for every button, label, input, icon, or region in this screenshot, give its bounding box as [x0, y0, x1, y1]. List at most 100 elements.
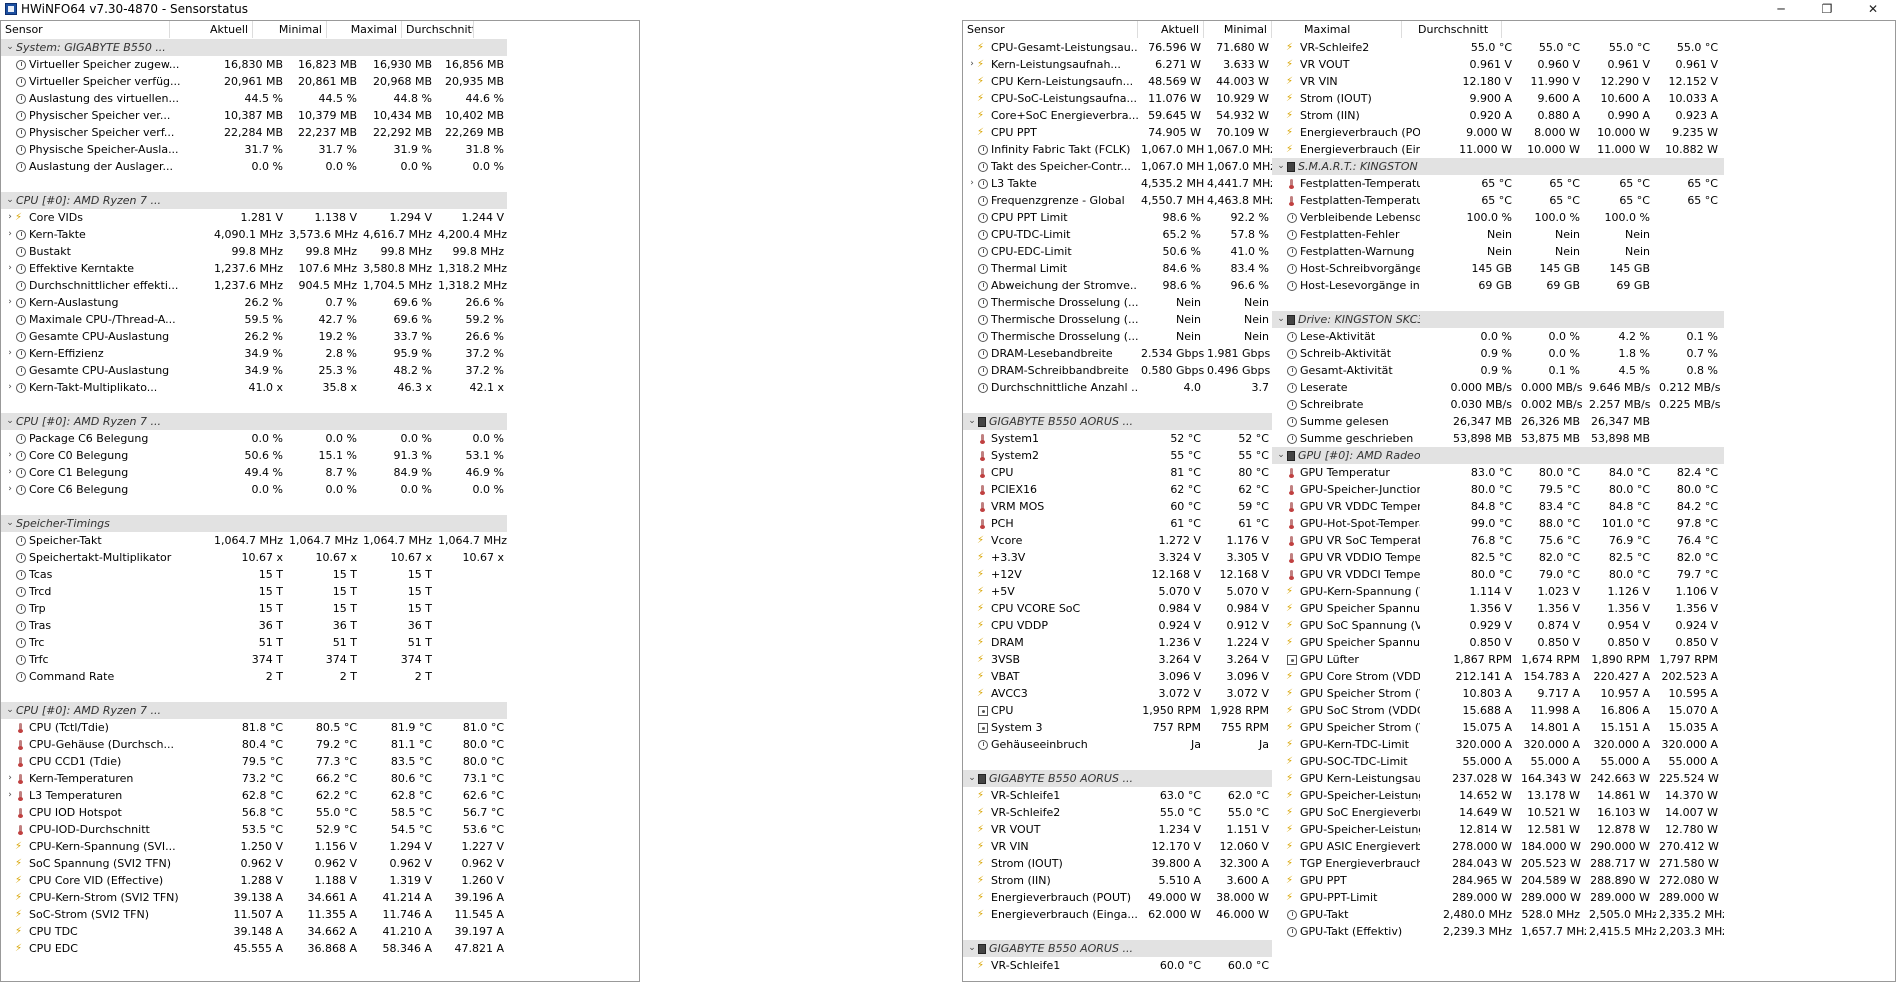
sensor-row[interactable]: Speicher-Takt 1,064.7 MHz 1,064.7 MHz 1,064…	[1, 532, 507, 549]
sensor-row[interactable]: CPU 1,950 RPM 1,928 RPM	[963, 702, 1272, 719]
sensor-row[interactable]: Thermische Drosselung (... Nein Nein	[963, 294, 1272, 311]
sensor-row[interactable]: PCH 61 °C 61 °C	[963, 515, 1272, 532]
sensor-row[interactable]: CPU VCORE SoC 0.984 V 0.984 V	[963, 600, 1272, 617]
sensor-row[interactable]: Festplatten-Temperatur 65 °C 65 °C 65 °C 65 …	[1272, 175, 1724, 192]
sensor-row[interactable]: GPU-Takt 2,480.0 MHz 528.0 MHz 2,505.0 MHz 2…	[1272, 906, 1724, 923]
sensor-row[interactable]: GPU VR VDDC Temperatur 84.8 °C 83.4 °C 84.8…	[1272, 498, 1724, 515]
sensor-row[interactable]: › L3 Takte 4,535.2 MHz 4,441.7 MHz	[963, 175, 1272, 192]
sensor-row[interactable]: Festplatten-Temperatur 2 65 °C 65 °C 65 °C 6…	[1272, 192, 1724, 209]
sensor-row[interactable]: Gesamt-Aktivität 0.9 % 0.1 % 4.5 % 0.8 %	[1272, 362, 1724, 379]
sensor-row[interactable]: › Kern-Takt-Multiplikato... 41.0 x 35.8 x 46…	[1, 379, 507, 396]
sensor-row[interactable]: GPU-Speicher-Leistung (... 14.652 W 13.178…	[1272, 787, 1724, 804]
sensor-row[interactable]: Gesamte CPU-Auslastung 34.9 % 25.3 % 48.2 %…	[1, 362, 507, 379]
sensor-row[interactable]: GPU-PPT-Limit 289.000 W 289.000 W 289.000 W…	[1272, 889, 1724, 906]
sensor-row[interactable]: › Kern-Auslastung 26.2 % 0.7 % 69.6 % 26.6 %	[1, 294, 507, 311]
sensor-group-header[interactable]: ⌄ CPU [#0]: AMD Ryzen 7 ...	[1, 192, 507, 209]
sensor-row[interactable]: CPU-Kern-Strom (SVI2 TFN) 39.138 A 34.661 …	[1, 889, 507, 906]
collapse-chevron-icon[interactable]: ⌄	[1275, 158, 1287, 175]
sensor-row[interactable]: Takt des Speicher-Contr... 1,067.0 MHz 1,0…	[963, 158, 1272, 175]
header-durchschnitt[interactable]: Durchschnitt	[1402, 21, 1502, 38]
sensor-row[interactable]: › Kern-Effizienz 34.9 % 2.8 % 95.9 % 37.2 %	[1, 345, 507, 362]
sensor-panel-left[interactable]: Sensor Aktuell Minimal Maximal Durchschn…	[0, 20, 640, 982]
header-durchschnitt[interactable]: Durchschnitt	[402, 21, 474, 38]
sensor-row[interactable]: VR-Schleife1 63.0 °C 62.0 °C	[963, 787, 1272, 804]
collapse-chevron-icon[interactable]: ⌄	[4, 702, 16, 719]
sensor-group-header[interactable]: ⌄ Drive: KINGSTON SKC30...	[1272, 311, 1724, 328]
sensor-row[interactable]: Tras 36 T 36 T 36 T	[1, 617, 507, 634]
sensor-row[interactable]: CPU PPT Limit 98.6 % 92.2 %	[963, 209, 1272, 226]
sensor-row[interactable]: Strom (IIN) 0.920 A 0.880 A 0.990 A 0.923 A	[1272, 107, 1724, 124]
collapse-chevron-icon[interactable]: ⌄	[4, 192, 16, 209]
sensor-row[interactable]: VRM MOS 60 °C 59 °C	[963, 498, 1272, 515]
sensor-row[interactable]: Lese-Aktivität 0.0 % 0.0 % 4.2 % 0.1 %	[1272, 328, 1724, 345]
sensor-row[interactable]: Gesamte CPU-Auslastung 26.2 % 19.2 % 33.7 %…	[1, 328, 507, 345]
sensor-row[interactable]: Energieverbrauch (Einga... 62.000 W 46.000…	[963, 906, 1272, 923]
sensor-row[interactable]: › Kern-Temperaturen 73.2 °C 66.2 °C 80.6 °C 7…	[1, 770, 507, 787]
sensor-row[interactable]: GPU-Kern-Spannung (VD... 1.114 V 1.023 V 1.…	[1272, 583, 1724, 600]
sensor-row[interactable]: Gehäuseeinbruch Ja Ja	[963, 736, 1272, 753]
collapse-chevron-icon[interactable]: ⌄	[1275, 447, 1287, 464]
header-minimal[interactable]: Minimal	[253, 21, 327, 38]
sensor-row[interactable]: Summe gelesen 26,347 MB 26,326 MB 26,347 MB	[1272, 413, 1724, 430]
sensor-row[interactable]: Festplatten-Fehler Nein Nein Nein	[1272, 226, 1724, 243]
sensor-row[interactable]: Thermische Drosselung (... Nein Nein	[963, 328, 1272, 345]
sensor-group-header[interactable]: ⌄ GPU [#0]: AMD Radeon ...	[1272, 447, 1724, 464]
expand-chevron-icon[interactable]: ›	[4, 787, 16, 804]
sensor-row[interactable]: CPU-Kern-Spannung (SVI... 1.250 V 1.156 V 1…	[1, 838, 507, 855]
sensor-group-header[interactable]: ⌄ S.M.A.R.T.: KINGSTON S...	[1272, 158, 1724, 175]
sensor-row[interactable]: › Kern-Takte 4,090.1 MHz 3,573.6 MHz 4,616.7…	[1, 226, 507, 243]
expand-chevron-icon[interactable]: ›	[4, 294, 16, 311]
sensor-row[interactable]: CPU-SoC-Leistungsaufna... 11.076 W 10.929 …	[963, 90, 1272, 107]
sensor-row[interactable]: CPU-Gesamt-Leistungsau... 76.596 W 71.680 …	[963, 39, 1272, 56]
sensor-row[interactable]: GPU ASIC Energieverbra... 278.000 W 184.00…	[1272, 838, 1724, 855]
sensor-row[interactable]: GPU SoC Energieverbrau... 14.649 W 10.521 …	[1272, 804, 1724, 821]
header-maximal[interactable]: Maximal	[327, 21, 402, 38]
sensor-row[interactable]: Trc 51 T 51 T 51 T	[1, 634, 507, 651]
close-button[interactable]: ✕	[1850, 0, 1896, 18]
collapse-chevron-icon[interactable]: ⌄	[966, 413, 978, 430]
sensor-row[interactable]: GPU Lüfter 1,867 RPM 1,674 RPM 1,890 RPM 1,7…	[1272, 651, 1724, 668]
sensor-group-header[interactable]: ⌄ CPU [#0]: AMD Ryzen 7 ...	[1, 413, 507, 430]
sensor-row[interactable]: CPU Core VID (Effective) 1.288 V 1.188 V 1.…	[1, 872, 507, 889]
sensor-row[interactable]: Festplatten-Warnung Nein Nein Nein	[1272, 243, 1724, 260]
sensor-row[interactable]: Energieverbrauch (POUT) 9.000 W 8.000 W 10.…	[1272, 124, 1724, 141]
sensor-row[interactable]: Trfc 374 T 374 T 374 T	[1, 651, 507, 668]
sensor-row[interactable]: Energieverbrauch (POUT) 49.000 W 38.000 W	[963, 889, 1272, 906]
sensor-row[interactable]: Auslastung des virtuellen... 44.5 % 44.5 %…	[1, 90, 507, 107]
expand-chevron-icon[interactable]: ›	[4, 447, 16, 464]
sensor-row[interactable]: Frequenzgrenze - Global 4,550.7 MHz 4,463.…	[963, 192, 1272, 209]
sensor-row[interactable]: Strom (IOUT) 39.800 A 32.300 A	[963, 855, 1272, 872]
sensor-row[interactable]: Summe geschrieben 53,898 MB 53,875 MB 53,89…	[1272, 430, 1724, 447]
sensor-row[interactable]: VR-Schleife2 55.0 °C 55.0 °C	[963, 804, 1272, 821]
sensor-row[interactable]: Host-Lesevorgänge insg... 69 GB 69 GB 69 GB	[1272, 277, 1724, 294]
collapse-chevron-icon[interactable]: ⌄	[4, 39, 16, 56]
sensor-row[interactable]: GPU PPT 284.965 W 204.589 W 288.890 W 272.08…	[1272, 872, 1724, 889]
sensor-group-header[interactable]: ⌄ System: GIGABYTE B550 ...	[1, 39, 507, 56]
sensor-row[interactable]: CPU-Gehäuse (Durchsch... 80.4 °C 79.2 °C 81…	[1, 736, 507, 753]
sensor-group-header[interactable]: ⌄ CPU [#0]: AMD Ryzen 7 ...	[1, 702, 507, 719]
sensor-row[interactable]: Thermal Limit 84.6 % 83.4 %	[963, 260, 1272, 277]
sensor-row[interactable]: GPU Temperatur 83.0 °C 80.0 °C 84.0 °C 82.4 …	[1272, 464, 1724, 481]
sensor-row[interactable]: GPU VR SoC Temperatur 76.8 °C 75.6 °C 76.9 …	[1272, 532, 1724, 549]
sensor-row[interactable]: CPU-TDC-Limit 65.2 % 57.8 %	[963, 226, 1272, 243]
sensor-panel-right[interactable]: Sensor Aktuell Minimal Maximal Durchschn…	[962, 20, 1896, 982]
sensor-group-header[interactable]: ⌄ GIGABYTE B550 AORUS ...	[963, 940, 1272, 957]
sensor-row[interactable]: GPU-Takt (Effektiv) 2,239.3 MHz 1,657.7 MH…	[1272, 923, 1724, 940]
sensor-row[interactable]: System1 52 °C 52 °C	[963, 430, 1272, 447]
sensor-row[interactable]: Physische Speicher-Ausla... 31.7 % 31.7 % 3…	[1, 141, 507, 158]
collapse-chevron-icon[interactable]: ⌄	[4, 515, 16, 532]
sensor-row[interactable]: Package C6 Belegung 0.0 % 0.0 % 0.0 % 0.0 %	[1, 430, 507, 447]
sensor-row[interactable]: CPU CCD1 (Tdie) 79.5 °C 77.3 °C 83.5 °C 80.0…	[1, 753, 507, 770]
header-maximal[interactable]: Maximal	[1272, 21, 1402, 38]
sensor-row[interactable]: Abweichung der Stromve... 98.6 % 96.6 %	[963, 277, 1272, 294]
sensor-row[interactable]: Tcas 15 T 15 T 15 T	[1, 566, 507, 583]
sensor-row[interactable]: GPU Speicher Spannung ... 0.850 V 0.850 V 0…	[1272, 634, 1724, 651]
sensor-group-header[interactable]: ⌄ GIGABYTE B550 AORUS ...	[963, 770, 1272, 787]
sensor-row[interactable]: Physischer Speicher verf... 22,284 MB 22,2…	[1, 124, 507, 141]
sensor-row[interactable]: VBAT 3.096 V 3.096 V	[963, 668, 1272, 685]
sensor-row[interactable]: Infinity Fabric Takt (FCLK) 1,067.0 MHz 1,…	[963, 141, 1272, 158]
sensor-row[interactable]: Speichertakt-Multiplikator 10.67 x 10.67 x…	[1, 549, 507, 566]
sensor-row[interactable]: GPU Kern-Leistungsaufn... 237.028 W 164.34…	[1272, 770, 1724, 787]
sensor-row[interactable]: 3VSB 3.264 V 3.264 V	[963, 651, 1272, 668]
sensor-row[interactable]: VR VIN 12.180 V 11.990 V 12.290 V 12.152 V	[1272, 73, 1724, 90]
